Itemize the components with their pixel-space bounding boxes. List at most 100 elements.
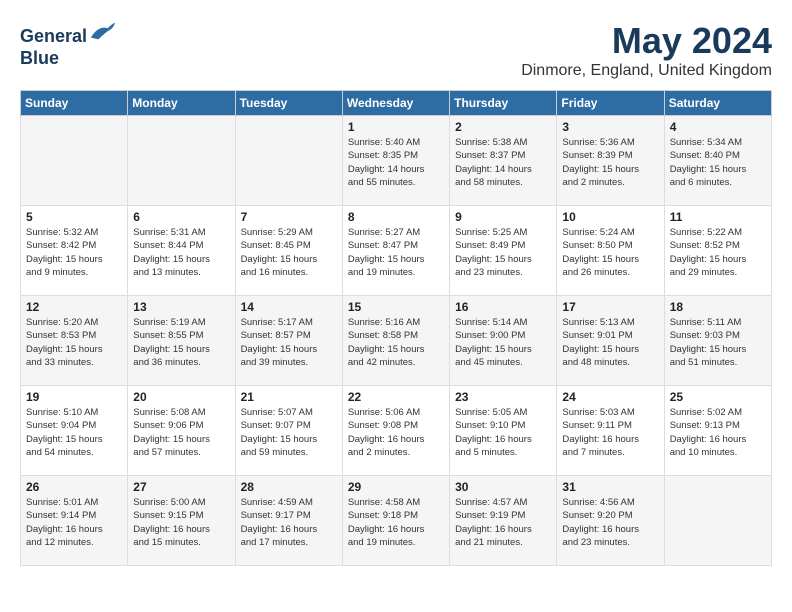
cell-info: Sunrise: 5:25 AM Sunset: 8:49 PM Dayligh… (455, 226, 551, 279)
day-number: 19 (26, 390, 122, 404)
logo-line1: General (20, 26, 87, 46)
calendar-body: 1Sunrise: 5:40 AM Sunset: 8:35 PM Daylig… (21, 116, 772, 566)
day-number: 22 (348, 390, 444, 404)
calendar-cell: 24Sunrise: 5:03 AM Sunset: 9:11 PM Dayli… (557, 386, 664, 476)
title-block: May 2024 Dinmore, England, United Kingdo… (521, 20, 772, 80)
calendar-cell: 1Sunrise: 5:40 AM Sunset: 8:35 PM Daylig… (342, 116, 449, 206)
logo: General Blue (20, 20, 117, 69)
cell-info: Sunrise: 4:59 AM Sunset: 9:17 PM Dayligh… (241, 496, 337, 549)
header-cell-tuesday: Tuesday (235, 91, 342, 116)
calendar-cell: 31 Sunrise: 4:56 AM Sunset: 9:20 PM Dayli… (557, 476, 664, 566)
day-number: 4 (670, 120, 766, 134)
day-number: 23 (455, 390, 551, 404)
day-number: 21 (241, 390, 337, 404)
cell-info: Sunrise: 4:58 AM Sunset: 9:18 PM Dayligh… (348, 496, 444, 549)
day-number: 2 (455, 120, 551, 134)
calendar-cell: 19Sunrise: 5:10 AM Sunset: 9:04 PM Dayli… (21, 386, 128, 476)
day-number: 7 (241, 210, 337, 224)
cell-info: Sunrise: 5:20 AM Sunset: 8:53 PM Dayligh… (26, 316, 122, 369)
cell-info: Sunrise: 5:14 AM Sunset: 9:00 PM Dayligh… (455, 316, 551, 369)
day-number: 3 (562, 120, 658, 134)
calendar-cell: 7 Sunrise: 5:29 AM Sunset: 8:45 PM Daylig… (235, 206, 342, 296)
cell-info: Sunrise: 5:31 AM Sunset: 8:44 PM Dayligh… (133, 226, 229, 279)
header-cell-monday: Monday (128, 91, 235, 116)
cell-info: Sunrise: 5:40 AM Sunset: 8:35 PM Dayligh… (348, 136, 444, 189)
calendar-cell: 8 Sunrise: 5:27 AM Sunset: 8:47 PM Daylig… (342, 206, 449, 296)
cell-info: Sunrise: 5:27 AM Sunset: 8:47 PM Dayligh… (348, 226, 444, 279)
cell-info: Sunrise: 5:11 AM Sunset: 9:03 PM Dayligh… (670, 316, 766, 369)
day-number: 30 (455, 480, 551, 494)
calendar-cell: 4 Sunrise: 5:34 AM Sunset: 8:40 PM Daylig… (664, 116, 771, 206)
calendar-cell: 27Sunrise: 5:00 AM Sunset: 9:15 PM Dayli… (128, 476, 235, 566)
main-title: May 2024 (521, 20, 772, 62)
calendar-cell (664, 476, 771, 566)
day-number: 14 (241, 300, 337, 314)
cell-info: Sunrise: 4:56 AM Sunset: 9:20 PM Dayligh… (562, 496, 658, 549)
day-number: 16 (455, 300, 551, 314)
cell-info: Sunrise: 5:07 AM Sunset: 9:07 PM Dayligh… (241, 406, 337, 459)
calendar-cell: 10Sunrise: 5:24 AM Sunset: 8:50 PM Dayli… (557, 206, 664, 296)
logo-icon (89, 20, 117, 42)
cell-info: Sunrise: 5:22 AM Sunset: 8:52 PM Dayligh… (670, 226, 766, 279)
header-cell-wednesday: Wednesday (342, 91, 449, 116)
day-number: 11 (670, 210, 766, 224)
cell-info: Sunrise: 5:24 AM Sunset: 8:50 PM Dayligh… (562, 226, 658, 279)
day-number: 15 (348, 300, 444, 314)
calendar-cell: 18 Sunrise: 5:11 AM Sunset: 9:03 PM Dayli… (664, 296, 771, 386)
calendar-week-1: 1Sunrise: 5:40 AM Sunset: 8:35 PM Daylig… (21, 116, 772, 206)
calendar-cell: 22Sunrise: 5:06 AM Sunset: 9:08 PM Dayli… (342, 386, 449, 476)
calendar-cell: 29Sunrise: 4:58 AM Sunset: 9:18 PM Dayli… (342, 476, 449, 566)
calendar-cell: 6 Sunrise: 5:31 AM Sunset: 8:44 PM Daylig… (128, 206, 235, 296)
calendar-cell: 14Sunrise: 5:17 AM Sunset: 8:57 PM Dayli… (235, 296, 342, 386)
cell-info: Sunrise: 5:13 AM Sunset: 9:01 PM Dayligh… (562, 316, 658, 369)
day-number: 8 (348, 210, 444, 224)
cell-info: Sunrise: 5:29 AM Sunset: 8:45 PM Dayligh… (241, 226, 337, 279)
cell-info: Sunrise: 5:32 AM Sunset: 8:42 PM Dayligh… (26, 226, 122, 279)
logo-line2: Blue (20, 48, 59, 68)
calendar-table: SundayMondayTuesdayWednesdayThursdayFrid… (20, 90, 772, 566)
calendar-cell: 30 Sunrise: 4:57 AM Sunset: 9:19 PM Dayli… (450, 476, 557, 566)
day-number: 27 (133, 480, 229, 494)
calendar-cell: 16 Sunrise: 5:14 AM Sunset: 9:00 PM Dayli… (450, 296, 557, 386)
day-number: 18 (670, 300, 766, 314)
cell-info: Sunrise: 5:08 AM Sunset: 9:06 PM Dayligh… (133, 406, 229, 459)
day-number: 13 (133, 300, 229, 314)
day-number: 6 (133, 210, 229, 224)
calendar-cell: 9 Sunrise: 5:25 AM Sunset: 8:49 PM Daylig… (450, 206, 557, 296)
calendar-cell: 17Sunrise: 5:13 AM Sunset: 9:01 PM Dayli… (557, 296, 664, 386)
calendar-cell: 28Sunrise: 4:59 AM Sunset: 9:17 PM Dayli… (235, 476, 342, 566)
calendar-header-row: SundayMondayTuesdayWednesdayThursdayFrid… (21, 91, 772, 116)
calendar-week-4: 19Sunrise: 5:10 AM Sunset: 9:04 PM Dayli… (21, 386, 772, 476)
logo-text: General Blue (20, 20, 117, 69)
day-number: 9 (455, 210, 551, 224)
cell-info: Sunrise: 5:03 AM Sunset: 9:11 PM Dayligh… (562, 406, 658, 459)
calendar-cell: 11 Sunrise: 5:22 AM Sunset: 8:52 PM Dayli… (664, 206, 771, 296)
calendar-cell (235, 116, 342, 206)
calendar-cell: 15 Sunrise: 5:16 AM Sunset: 8:58 PM Dayli… (342, 296, 449, 386)
calendar-cell: 25Sunrise: 5:02 AM Sunset: 9:13 PM Dayli… (664, 386, 771, 476)
calendar-week-3: 12 Sunrise: 5:20 AM Sunset: 8:53 PM Dayli… (21, 296, 772, 386)
calendar-week-5: 26 Sunrise: 5:01 AM Sunset: 9:14 PM Dayli… (21, 476, 772, 566)
day-number: 31 (562, 480, 658, 494)
cell-info: Sunrise: 5:01 AM Sunset: 9:14 PM Dayligh… (26, 496, 122, 549)
day-number: 5 (26, 210, 122, 224)
calendar-cell: 5 Sunrise: 5:32 AM Sunset: 8:42 PM Daylig… (21, 206, 128, 296)
calendar-cell: 12 Sunrise: 5:20 AM Sunset: 8:53 PM Dayli… (21, 296, 128, 386)
day-number: 12 (26, 300, 122, 314)
calendar-cell: 3 Sunrise: 5:36 AM Sunset: 8:39 PM Daylig… (557, 116, 664, 206)
header-cell-sunday: Sunday (21, 91, 128, 116)
calendar-cell: 2 Sunrise: 5:38 AM Sunset: 8:37 PM Daylig… (450, 116, 557, 206)
cell-info: Sunrise: 4:57 AM Sunset: 9:19 PM Dayligh… (455, 496, 551, 549)
cell-info: Sunrise: 5:38 AM Sunset: 8:37 PM Dayligh… (455, 136, 551, 189)
calendar-week-2: 5 Sunrise: 5:32 AM Sunset: 8:42 PM Daylig… (21, 206, 772, 296)
cell-info: Sunrise: 5:05 AM Sunset: 9:10 PM Dayligh… (455, 406, 551, 459)
calendar-cell (21, 116, 128, 206)
cell-info: Sunrise: 5:16 AM Sunset: 8:58 PM Dayligh… (348, 316, 444, 369)
cell-info: Sunrise: 5:36 AM Sunset: 8:39 PM Dayligh… (562, 136, 658, 189)
day-number: 26 (26, 480, 122, 494)
calendar-cell: 13Sunrise: 5:19 AM Sunset: 8:55 PM Dayli… (128, 296, 235, 386)
calendar-cell: 26 Sunrise: 5:01 AM Sunset: 9:14 PM Dayli… (21, 476, 128, 566)
page-header: General Blue May 2024 Dinmore, England, … (20, 20, 772, 80)
cell-info: Sunrise: 5:34 AM Sunset: 8:40 PM Dayligh… (670, 136, 766, 189)
calendar-cell: 23 Sunrise: 5:05 AM Sunset: 9:10 PM Dayli… (450, 386, 557, 476)
